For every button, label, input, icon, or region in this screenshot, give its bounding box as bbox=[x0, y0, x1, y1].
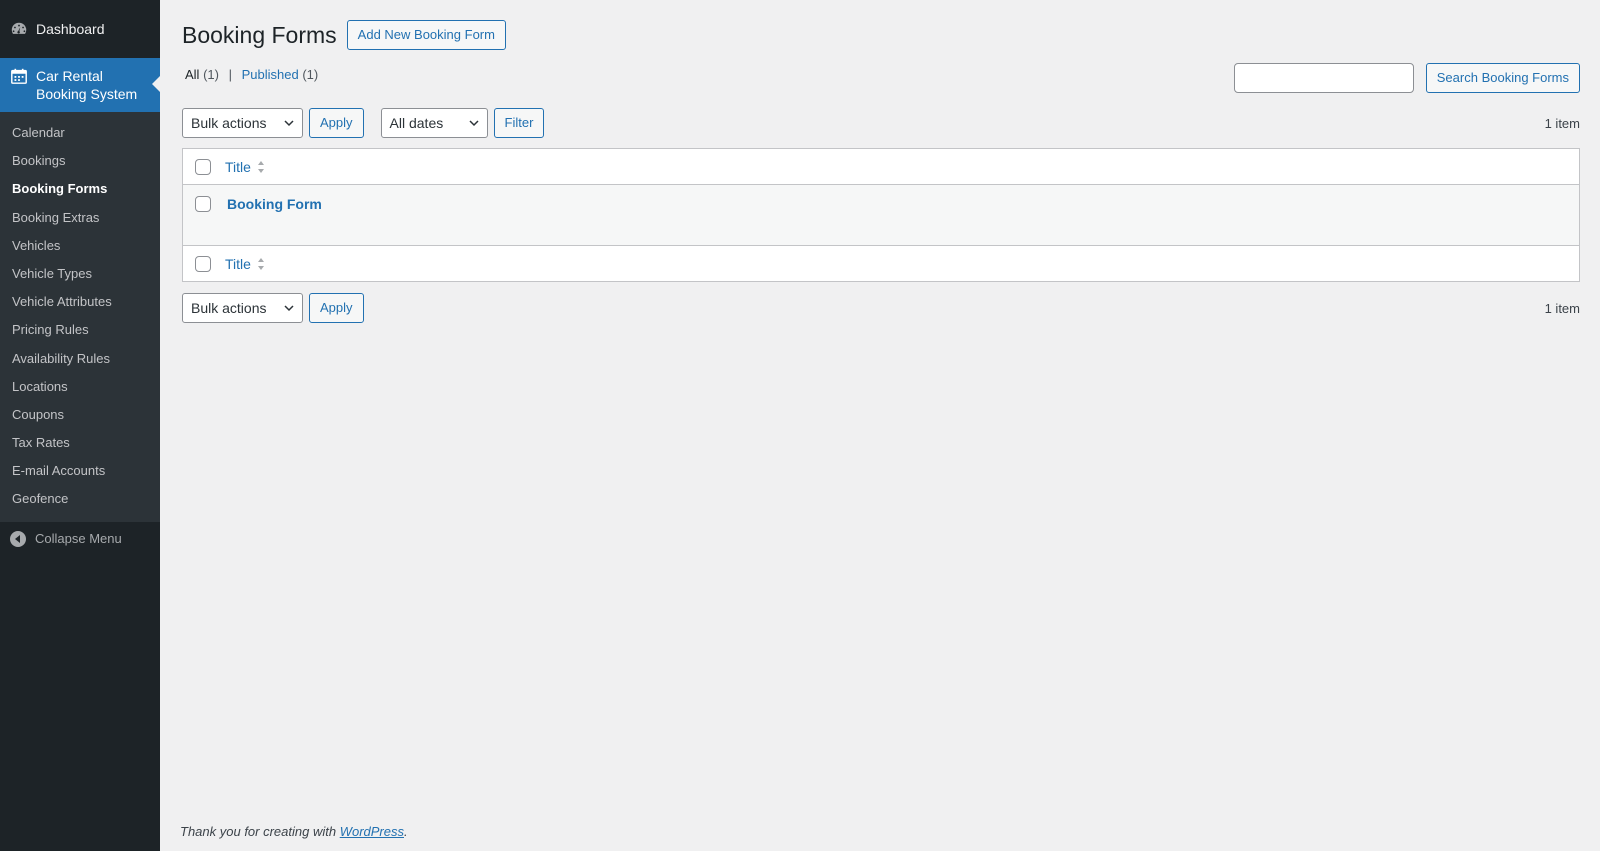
dates-filter-select[interactable]: All dates bbox=[380, 108, 488, 138]
items-count-top: 1 item bbox=[1544, 115, 1580, 131]
sidebar-item-vehicle-types[interactable]: Vehicle Types bbox=[0, 260, 160, 288]
sidebar-item-coupons[interactable]: Coupons bbox=[0, 401, 160, 429]
column-title-label-footer: Title bbox=[225, 255, 251, 272]
menu-car-rental-line2: Booking System bbox=[36, 86, 138, 102]
page-header: Booking Forms Add New Booking Form bbox=[182, 20, 506, 50]
admin-sidebar: Dashboard Car Rental Booking System Cale… bbox=[0, 0, 160, 851]
sidebar-item-vehicles[interactable]: Vehicles bbox=[0, 232, 160, 260]
dates-filter-value: All dates bbox=[389, 115, 444, 131]
bulk-actions-select[interactable]: Bulk actions bbox=[182, 108, 303, 138]
column-title-sort-footer[interactable]: Title bbox=[225, 256, 265, 272]
bulk-actions-value-bottom: Bulk actions bbox=[191, 300, 267, 316]
chevron-down-icon bbox=[284, 305, 294, 312]
view-all-count: (1) bbox=[203, 67, 219, 82]
footer-suffix: . bbox=[404, 824, 408, 839]
tablenav-top: Bulk actions Apply All dates Filter 1 it… bbox=[182, 108, 1580, 138]
sidebar-item-pricing-rules[interactable]: Pricing Rules bbox=[0, 316, 160, 344]
search-box: Search Booking Forms bbox=[1233, 63, 1580, 93]
page-title: Booking Forms bbox=[182, 21, 337, 48]
select-all-checkbox-footer[interactable] bbox=[195, 255, 211, 272]
view-filters: All (1) | Published (1) bbox=[185, 67, 318, 82]
sidebar-item-bookings[interactable]: Bookings bbox=[0, 147, 160, 175]
sidebar-item-availability-rules[interactable]: Availability Rules bbox=[0, 345, 160, 373]
tablenav-bottom: Bulk actions Apply 1 item bbox=[182, 293, 1580, 323]
sidebar-item-tax-rates[interactable]: Tax Rates bbox=[0, 429, 160, 457]
wordpress-link[interactable]: WordPress bbox=[340, 824, 404, 839]
apply-button-top[interactable]: Apply bbox=[309, 108, 364, 138]
select-all-checkbox[interactable] bbox=[195, 158, 211, 175]
dashboard-icon bbox=[10, 20, 28, 38]
table-header-row: Title bbox=[183, 149, 1579, 185]
footer-prefix: Thank you for creating with bbox=[180, 824, 340, 839]
footer-thankyou: Thank you for creating with WordPress. bbox=[180, 824, 408, 839]
filter-button[interactable]: Filter bbox=[493, 108, 545, 138]
menu-car-rental-line1: Car Rental bbox=[36, 68, 103, 84]
search-input[interactable] bbox=[1233, 63, 1414, 93]
column-title-sort[interactable]: Title bbox=[225, 159, 265, 175]
view-separator: | bbox=[228, 67, 232, 82]
submenu: Calendar Bookings Booking Forms Booking … bbox=[0, 112, 160, 522]
booking-forms-table: Title Booking Form Title bbox=[182, 148, 1580, 282]
apply-button-bottom[interactable]: Apply bbox=[309, 293, 364, 323]
row-title-link[interactable]: Booking Form bbox=[227, 196, 322, 212]
sidebar-item-geofence[interactable]: Geofence bbox=[0, 485, 160, 513]
table-row: Booking Form bbox=[183, 185, 1579, 245]
menu-dashboard[interactable]: Dashboard bbox=[0, 0, 160, 58]
collapse-menu-button[interactable]: Collapse Menu bbox=[0, 522, 160, 556]
sidebar-item-locations[interactable]: Locations bbox=[0, 373, 160, 401]
bulk-actions-select-bottom[interactable]: Bulk actions bbox=[182, 293, 303, 323]
sidebar-item-booking-forms[interactable]: Booking Forms bbox=[0, 175, 160, 203]
view-published-link[interactable]: Published bbox=[242, 67, 299, 82]
column-title-label: Title bbox=[225, 158, 251, 175]
add-new-booking-form-button[interactable]: Add New Booking Form bbox=[346, 20, 506, 50]
table-footer-row: Title bbox=[183, 245, 1579, 281]
view-published-count: (1) bbox=[302, 67, 319, 82]
sidebar-item-email-accounts[interactable]: E-mail Accounts bbox=[0, 457, 160, 485]
calendar-icon bbox=[10, 67, 28, 85]
sidebar-item-vehicle-attributes[interactable]: Vehicle Attributes bbox=[0, 288, 160, 316]
bulk-actions-value: Bulk actions bbox=[191, 115, 267, 131]
sidebar-item-booking-extras[interactable]: Booking Extras bbox=[0, 204, 160, 232]
menu-dashboard-label: Dashboard bbox=[36, 21, 105, 37]
sort-icon bbox=[257, 160, 265, 174]
search-booking-forms-button[interactable]: Search Booking Forms bbox=[1425, 63, 1580, 93]
menu-car-rental-label: Car Rental Booking System bbox=[36, 67, 137, 103]
row-checkbox[interactable] bbox=[195, 196, 211, 212]
view-all-link[interactable]: All bbox=[185, 67, 199, 82]
sort-icon bbox=[257, 257, 265, 271]
collapse-arrow-icon bbox=[10, 530, 26, 547]
chevron-down-icon bbox=[469, 120, 479, 127]
sidebar-item-calendar[interactable]: Calendar bbox=[0, 119, 160, 147]
items-count-bottom: 1 item bbox=[1544, 300, 1580, 316]
main-content: Booking Forms Add New Booking Form All (… bbox=[160, 0, 1600, 851]
chevron-down-icon bbox=[284, 120, 294, 127]
menu-car-rental[interactable]: Car Rental Booking System bbox=[0, 58, 160, 112]
collapse-menu-label: Collapse Menu bbox=[35, 531, 122, 547]
